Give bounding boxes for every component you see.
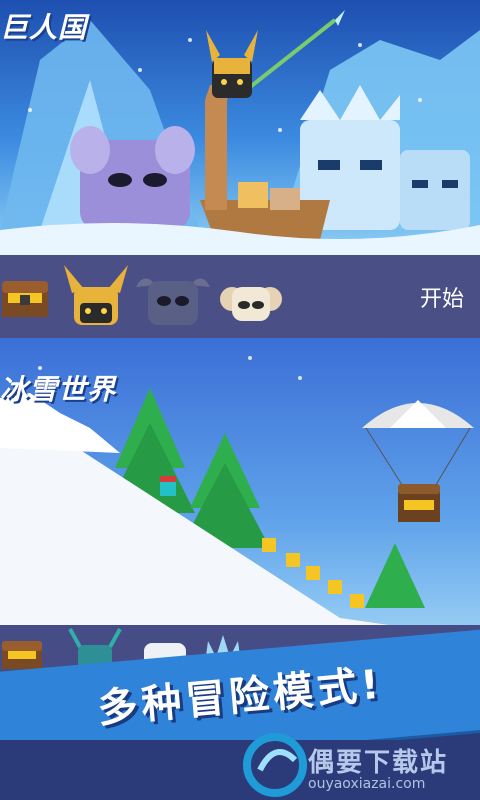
- helmet-hero-icon: [206, 10, 345, 98]
- purple-giant-icon: [70, 126, 195, 230]
- watermark-title: 偶要下载站: [308, 748, 449, 778]
- mode-title-snow: 冰雪世界: [0, 373, 117, 406]
- ram-skull-icon[interactable]: [218, 275, 284, 325]
- parachute-chest-icon[interactable]: [362, 400, 474, 522]
- watermark-url: ouyaoxiazai.com: [308, 776, 426, 792]
- mode-title-giant: 巨人国: [0, 11, 88, 44]
- horned-helmet-icon[interactable]: [64, 263, 128, 331]
- snow-world-panel: 冰雪世界: [0, 338, 480, 638]
- watermark-logo-icon: [243, 733, 307, 797]
- character-toolbar: 开始: [0, 255, 480, 338]
- start-button[interactable]: 开始: [416, 275, 468, 319]
- treasure-chest-icon[interactable]: [0, 275, 52, 319]
- giant-kingdom-panel: 巨人国: [0, 0, 480, 255]
- dark-giant-icon[interactable]: [134, 271, 212, 327]
- treasure-chest-icon-2[interactable]: [0, 635, 44, 671]
- player-character-icon: [160, 476, 176, 496]
